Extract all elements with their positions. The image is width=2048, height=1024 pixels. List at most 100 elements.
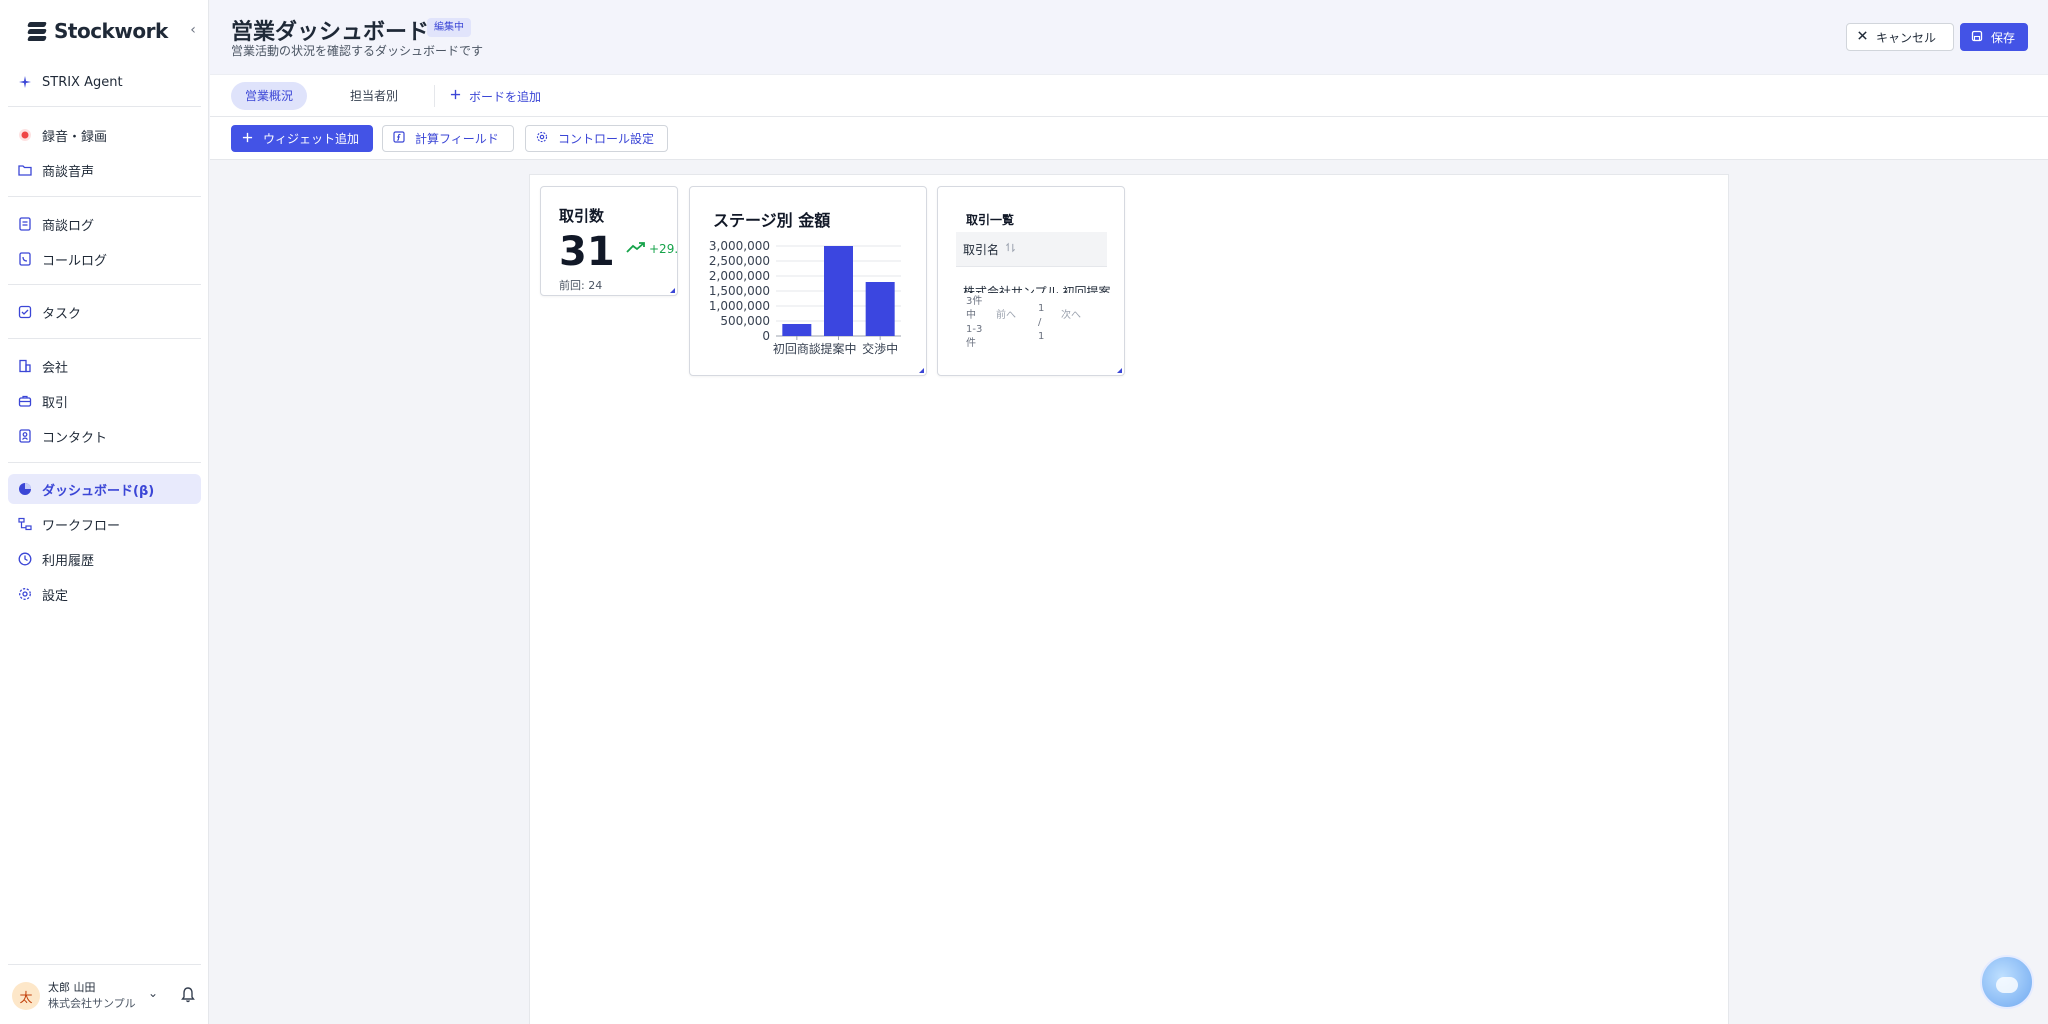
sidebar-divider bbox=[8, 196, 201, 197]
status-badge: 編集中 bbox=[427, 18, 471, 37]
kpi-widget-deal-count[interactable]: 取引数 31 +29.2% 前回: 24 bbox=[540, 186, 678, 296]
sidebar-item-label: 録音・録画 bbox=[42, 129, 108, 145]
briefcase-icon bbox=[18, 394, 32, 408]
sidebar-item-meeting-audio[interactable]: 商談音声 bbox=[8, 155, 201, 185]
user-menu[interactable]: 太 太郎 山田 株式会社サンプル ⌄ bbox=[12, 978, 202, 1014]
save-icon bbox=[1971, 30, 1983, 45]
tab-sales-overview[interactable]: 営業概況 bbox=[231, 82, 308, 110]
calc-field-button[interactable]: 計算フィールド bbox=[382, 125, 514, 152]
sidebar-item-dashboard[interactable]: ダッシュボード(β) bbox=[8, 474, 201, 504]
sidebar-item-label: 取引 bbox=[42, 395, 69, 411]
folder-icon bbox=[18, 163, 32, 177]
page-subtitle: 営業活動の状況を確認するダッシュボードです bbox=[231, 44, 484, 58]
bar bbox=[782, 324, 812, 336]
sidebar-item-settings[interactable]: 設定 bbox=[8, 579, 201, 609]
sidebar-item-company[interactable]: 会社 bbox=[8, 351, 201, 381]
trending-up-icon bbox=[626, 241, 646, 256]
sidebar-item-deals[interactable]: 取引 bbox=[8, 386, 201, 416]
building-icon bbox=[18, 359, 32, 373]
sparkle-icon bbox=[18, 75, 32, 89]
contact-icon bbox=[18, 429, 32, 443]
board-tabs: 営業概況 担当者別 ボードを追加 bbox=[210, 74, 2048, 117]
sidebar-item-workflow[interactable]: ワークフロー bbox=[8, 509, 201, 539]
sort-icon[interactable] bbox=[1005, 242, 1016, 256]
kpi-value: 31 bbox=[559, 229, 615, 275]
table-title: 取引一覧 bbox=[966, 213, 1015, 227]
assistant-bot-button[interactable] bbox=[1980, 955, 2034, 1009]
sidebar-item-label: ワークフロー bbox=[42, 518, 121, 534]
kpi-previous: 前回: 24 bbox=[559, 279, 603, 292]
plus-icon bbox=[242, 132, 253, 146]
resize-handle[interactable] bbox=[1117, 368, 1122, 373]
current-page: 1 bbox=[1038, 303, 1045, 314]
pie-chart-icon bbox=[18, 482, 32, 496]
sidebar-item-contacts[interactable]: コンタクト bbox=[8, 421, 201, 451]
pagination-range: 1-3 bbox=[966, 324, 983, 335]
y-tick-label: 2,500,000 bbox=[709, 254, 770, 268]
x-tick-label: 交渉中 bbox=[862, 341, 898, 356]
y-tick-label: 1,000,000 bbox=[709, 299, 770, 313]
bell-icon[interactable] bbox=[180, 986, 196, 1004]
editor-toolbar: ウィジェット追加 計算フィールド コントロール設定 bbox=[210, 117, 2048, 160]
sidebar-item-label: 会社 bbox=[42, 360, 69, 376]
user-name: 太郎 山田 bbox=[48, 981, 96, 994]
table-header-cell[interactable]: 取引名 bbox=[956, 232, 1107, 267]
sidebar-item-label: コールログ bbox=[42, 253, 108, 269]
sidebar-divider bbox=[8, 964, 201, 965]
sidebar: Stockwork ‹ STRIX Agent 録音・録画 商談音声 商談ログ … bbox=[0, 0, 209, 1024]
brand-logo[interactable]: Stockwork bbox=[26, 18, 168, 44]
cancel-button[interactable]: キャンセル bbox=[1846, 23, 1954, 51]
cancel-label: キャンセル bbox=[1876, 30, 1937, 45]
sidebar-item-tasks[interactable]: タスク bbox=[8, 297, 201, 327]
dashboard-canvas[interactable]: 取引数 31 +29.2% 前回: 24 ステージ別 金額 0500,0001,… bbox=[529, 174, 1729, 1024]
workflow-icon bbox=[18, 517, 32, 531]
y-tick-label: 2,000,000 bbox=[709, 269, 770, 283]
record-icon bbox=[18, 128, 32, 142]
add-widget-label: ウィジェット追加 bbox=[263, 132, 360, 146]
pagination-unit: 件 bbox=[966, 338, 976, 349]
tab-by-rep[interactable]: 担当者別 bbox=[336, 82, 412, 110]
control-settings-button[interactable]: コントロール設定 bbox=[525, 125, 668, 152]
y-tick-label: 1,500,000 bbox=[709, 284, 770, 298]
add-widget-button[interactable]: ウィジェット追加 bbox=[231, 125, 373, 152]
checkbox-icon bbox=[18, 305, 32, 319]
y-tick-label: 500,000 bbox=[720, 314, 770, 328]
sidebar-divider bbox=[8, 338, 201, 339]
table-row[interactable]: 株式会社サンプル 初回提案 bbox=[963, 283, 1113, 293]
control-settings-label: コントロール設定 bbox=[558, 132, 655, 146]
y-tick-label: 0 bbox=[762, 329, 770, 343]
chevron-down-icon[interactable]: ⌄ bbox=[148, 986, 158, 1000]
page-indicator: 1 / 1 bbox=[1038, 302, 1044, 344]
sidebar-item-label: STRIX Agent bbox=[42, 74, 123, 90]
prev-page-button[interactable]: 前へ bbox=[996, 309, 1016, 323]
gear-icon bbox=[18, 587, 32, 601]
kpi-trend: +29.2% bbox=[626, 241, 678, 256]
sidebar-item-label: タスク bbox=[42, 306, 82, 322]
kpi-trend-value: +29.2% bbox=[649, 241, 678, 256]
table-widget-deal-list[interactable]: 取引一覧 取引名 株式会社サンプル 初回提案 3件 中 1-3 件 前へ 1 /… bbox=[937, 186, 1125, 376]
chevron-left-icon[interactable]: ‹ bbox=[186, 20, 200, 40]
stockwork-logo-icon bbox=[26, 20, 48, 42]
chart-title: ステージ別 金額 bbox=[713, 211, 831, 230]
x-tick-label: 初回商談 bbox=[773, 341, 821, 356]
sidebar-item-strix-agent[interactable]: STRIX Agent bbox=[8, 67, 201, 97]
save-button[interactable]: 保存 bbox=[1960, 23, 2028, 51]
sidebar-item-label: 商談音声 bbox=[42, 164, 95, 180]
sidebar-item-meeting-log[interactable]: 商談ログ bbox=[8, 209, 201, 239]
page-separator: / bbox=[1038, 317, 1042, 328]
resize-handle[interactable] bbox=[919, 368, 924, 373]
sidebar-item-call-log[interactable]: コールログ bbox=[8, 244, 201, 274]
resize-handle[interactable] bbox=[670, 288, 675, 293]
sidebar-item-usage-history[interactable]: 利用履歴 bbox=[8, 544, 201, 574]
sidebar-item-record[interactable]: 録音・録画 bbox=[8, 120, 201, 150]
add-board-button[interactable]: ボードを追加 bbox=[450, 82, 541, 110]
user-org: 株式会社サンプル bbox=[48, 997, 136, 1010]
chart-widget-stage-amount[interactable]: ステージ別 金額 0 500,000 1,000,000 1,500,000 2,000… bbox=[689, 186, 927, 376]
next-page-button[interactable]: 次へ bbox=[1061, 309, 1081, 323]
pagination-of: 中 bbox=[966, 310, 976, 321]
clock-icon bbox=[18, 552, 32, 566]
user-info: 太郎 山田 株式会社サンプル bbox=[48, 980, 136, 1012]
formula-icon bbox=[393, 131, 405, 146]
page-header: 営業ダッシュボード 編集中 営業活動の状況を確認するダッシュボードです キャンセ… bbox=[210, 0, 2048, 74]
calc-field-label: 計算フィールド bbox=[415, 132, 499, 146]
